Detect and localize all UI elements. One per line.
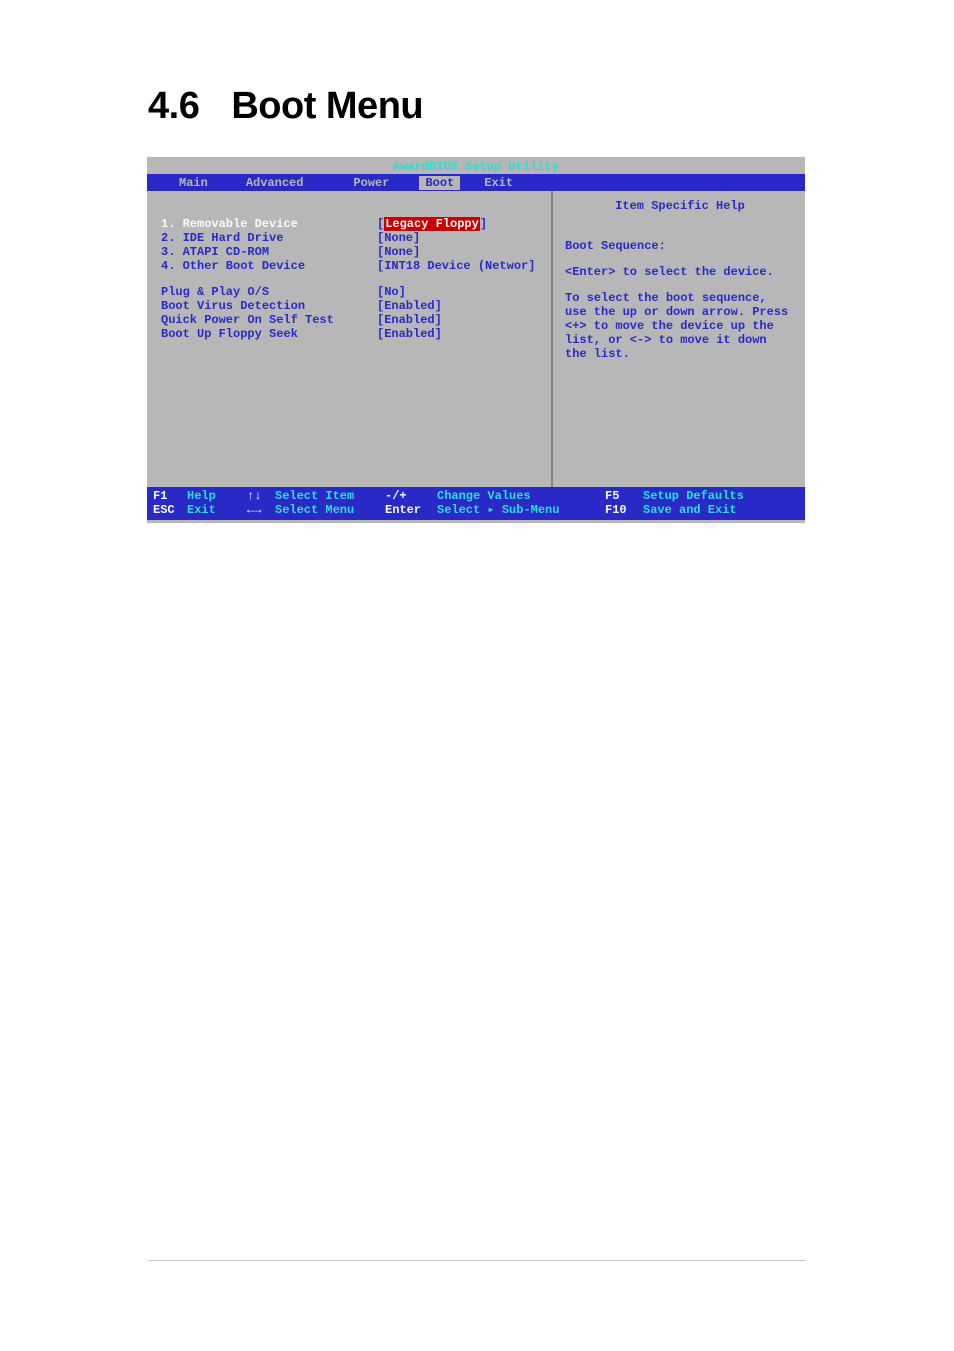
help-title: Item Specific Help bbox=[565, 199, 795, 213]
bios-screenshot: AwardBIOS Setup Utility Main Advanced Po… bbox=[147, 157, 805, 523]
boot-value-2: [None] bbox=[377, 231, 420, 245]
setting-virus-value: [Enabled] bbox=[377, 299, 442, 313]
key-f10: F10 bbox=[605, 503, 643, 517]
tabs-row: Main Advanced Power Boot Exit bbox=[147, 174, 805, 191]
boot-device-4[interactable]: 4. Other Boot Device [INT18 Device (Netw… bbox=[161, 259, 541, 273]
settings-panel: 1. Removable Device [Legacy Floppy] 2. I… bbox=[147, 191, 553, 487]
key-f5: F5 bbox=[605, 489, 643, 503]
label-save-exit: Save and Exit bbox=[643, 503, 744, 517]
boot-device-2[interactable]: 2. IDE Hard Drive [None] bbox=[161, 231, 541, 245]
boot-label-4: 4. Other Boot Device bbox=[161, 259, 377, 273]
boot-label-2: 2. IDE Hard Drive bbox=[161, 231, 377, 245]
boot-device-3[interactable]: 3. ATAPI CD-ROM [None] bbox=[161, 245, 541, 259]
label-setup-defaults: Setup Defaults bbox=[643, 489, 744, 503]
label-help: Help bbox=[187, 489, 247, 503]
setting-pnp-label: Plug & Play O/S bbox=[161, 285, 377, 299]
footer-bar: F1 ESC Help Exit ↑↓ ←→ Select Item Selec… bbox=[147, 487, 805, 520]
setting-qpost[interactable]: Quick Power On Self Test [Enabled] bbox=[161, 313, 541, 327]
tab-power[interactable]: Power bbox=[343, 176, 399, 190]
key-updown-icon: ↑↓ bbox=[247, 489, 275, 503]
setting-floppy-value: [Enabled] bbox=[377, 327, 442, 341]
help-panel: Item Specific Help Boot Sequence: <Enter… bbox=[553, 191, 805, 487]
label-exit: Exit bbox=[187, 503, 247, 517]
tab-advanced[interactable]: Advanced bbox=[236, 176, 314, 190]
setting-pnp-value: [No] bbox=[377, 285, 406, 299]
setting-qpost-label: Quick Power On Self Test bbox=[161, 313, 377, 327]
tab-main[interactable]: Main bbox=[169, 176, 218, 190]
label-change-values: Change Values bbox=[437, 489, 605, 503]
setting-floppy-seek[interactable]: Boot Up Floppy Seek [Enabled] bbox=[161, 327, 541, 341]
main-area: 1. Removable Device [Legacy Floppy] 2. I… bbox=[147, 191, 805, 487]
page-heading: 4.6 Boot Menu bbox=[148, 85, 423, 128]
page-footer-divider bbox=[148, 1260, 806, 1261]
setting-qpost-value: [Enabled] bbox=[377, 313, 442, 327]
key-leftright-icon: ←→ bbox=[247, 503, 275, 517]
key-enter: Enter bbox=[385, 503, 437, 517]
boot-value-1: [Legacy Floppy] bbox=[377, 217, 487, 231]
boot-label-3: 3. ATAPI CD-ROM bbox=[161, 245, 377, 259]
key-plusminus: -/+ bbox=[385, 489, 437, 503]
boot-value-4: [INT18 Device (Networ] bbox=[377, 259, 535, 273]
label-select-submenu: Select ▸ Sub-Menu bbox=[437, 503, 605, 517]
setting-pnp[interactable]: Plug & Play O/S [No] bbox=[161, 285, 541, 299]
key-f1: F1 bbox=[153, 489, 187, 503]
label-select-item: Select Item bbox=[275, 489, 385, 503]
key-esc: ESC bbox=[153, 503, 187, 517]
setting-floppy-label: Boot Up Floppy Seek bbox=[161, 327, 377, 341]
help-body-2: To select the boot sequence, use the up … bbox=[565, 291, 795, 361]
boot-device-1[interactable]: 1. Removable Device [Legacy Floppy] bbox=[161, 217, 541, 231]
help-subtitle: Boot Sequence: bbox=[565, 239, 795, 253]
bios-title: AwardBIOS Setup Utility bbox=[147, 157, 805, 174]
setting-virus[interactable]: Boot Virus Detection [Enabled] bbox=[161, 299, 541, 313]
label-select-menu: Select Menu bbox=[275, 503, 385, 517]
help-body-1: <Enter> to select the device. bbox=[565, 265, 795, 279]
boot-label-1: 1. Removable Device bbox=[161, 217, 377, 231]
tab-boot[interactable]: Boot bbox=[419, 176, 460, 190]
section-number: 4.6 bbox=[148, 85, 199, 127]
section-title: Boot Menu bbox=[231, 85, 423, 127]
setting-virus-label: Boot Virus Detection bbox=[161, 299, 377, 313]
boot-value-3: [None] bbox=[377, 245, 420, 259]
tab-exit[interactable]: Exit bbox=[474, 176, 523, 190]
